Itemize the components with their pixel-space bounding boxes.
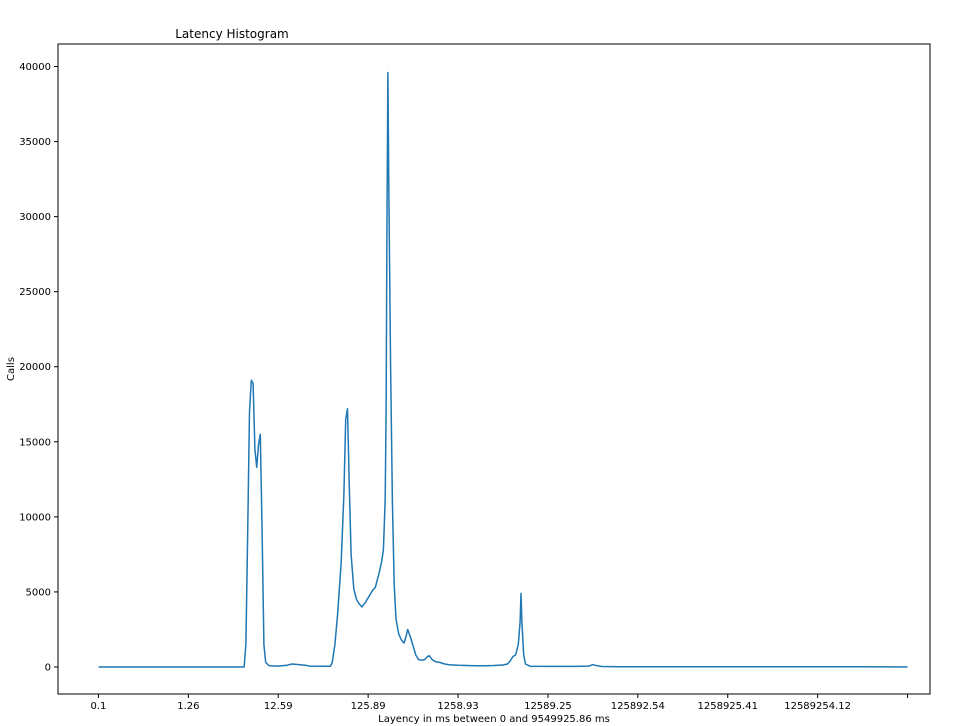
- x-tick-label: 12589.25: [524, 701, 572, 712]
- series-line: [98, 71, 908, 668]
- y-axis-label: Calls: [6, 357, 17, 381]
- y-tick-label: 40000: [19, 62, 51, 73]
- chart-figure: 0 5000 10000 15000 20000 25000 30000 35000 40000…: [0, 0, 966, 726]
- y-tick-label: 5000: [26, 587, 51, 598]
- x-tick-label: 125.89: [351, 701, 386, 712]
- y-tick-label: 0: [45, 662, 51, 673]
- x-axis-label: Layency in ms between 0 and 9549925.86 m…: [378, 714, 610, 725]
- y-tick-label: 10000: [19, 512, 51, 523]
- plot-frame: [57, 43, 931, 695]
- x-tick-label: 1258.93: [437, 701, 478, 712]
- y-tick-label: 15000: [19, 437, 51, 448]
- x-tick-label: 1.26: [177, 701, 199, 712]
- x-tick-label: 0.1: [91, 701, 107, 712]
- chart-svg: 0 5000 10000 15000 20000 25000 30000 35000 40000…: [6, 27, 931, 725]
- y-tick-label: 35000: [19, 137, 51, 148]
- y-tick-label: 25000: [19, 287, 51, 298]
- x-tick-label: 125892.54: [611, 701, 665, 712]
- x-tick-label: 12589254.12: [784, 701, 851, 712]
- y-tick-label: 20000: [19, 362, 51, 373]
- chart-title: Latency Histogram: [175, 27, 289, 41]
- y-tick-label: 30000: [19, 212, 51, 223]
- x-tick-label: 1258925.41: [698, 701, 758, 712]
- x-tick-label: 12.59: [264, 701, 293, 712]
- tick-layer: 0 5000 10000 15000 20000 25000 30000 35000 40000…: [19, 62, 909, 712]
- plot-layer: [98, 71, 908, 668]
